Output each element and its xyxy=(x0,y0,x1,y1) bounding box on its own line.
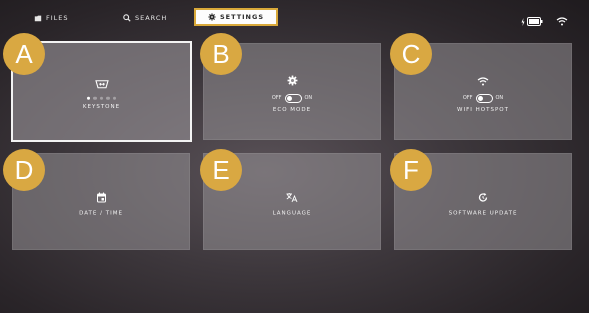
eco-mode-toggle[interactable] xyxy=(284,93,302,103)
badge-c: C xyxy=(390,33,432,75)
calendar-icon xyxy=(96,187,106,206)
nav-search-label: SEARCH xyxy=(135,14,168,22)
battery-icon xyxy=(527,11,543,30)
tile-software-update-label: SOFTWARE UPDATE xyxy=(448,210,518,216)
translate-icon xyxy=(286,187,298,206)
nav-settings[interactable]: SETTINGS xyxy=(194,8,278,26)
tile-keystone-label: KEYSTONE xyxy=(82,103,121,110)
page-dot xyxy=(106,96,110,100)
badge-e: E xyxy=(200,149,242,191)
tile-language-label: LANGUAGE xyxy=(272,210,312,216)
page-dot xyxy=(112,96,117,100)
page-dot xyxy=(93,96,97,100)
badge-f: F xyxy=(390,149,432,191)
badge-d: D xyxy=(3,149,45,191)
nav-files-label: FILES xyxy=(46,14,69,22)
wifi-icon xyxy=(556,11,568,30)
keystone-icon xyxy=(94,73,109,92)
nav-settings-label: SETTINGS xyxy=(219,13,264,21)
badge-a: A xyxy=(3,33,45,75)
page-dot xyxy=(99,96,104,100)
wifi-icon xyxy=(477,71,489,90)
nav-files[interactable]: FILES xyxy=(34,10,69,26)
toggle-off-label: OFF xyxy=(462,95,473,101)
eco-mode-toggle-row: OFF ON xyxy=(271,93,313,103)
nav-search[interactable]: SEARCH xyxy=(123,10,167,26)
toggle-on-label: ON xyxy=(495,95,504,101)
badge-b: B xyxy=(200,33,242,75)
wifi-status xyxy=(556,11,568,30)
top-bar: FILES SEARCH SETTINGS xyxy=(0,0,589,34)
toggle-off-label: OFF xyxy=(271,95,282,101)
gear-icon xyxy=(208,13,216,21)
tile-date-time-label: DATE / TIME xyxy=(79,210,123,216)
folder-icon xyxy=(34,14,42,22)
wifi-hotspot-toggle-row: OFF ON xyxy=(462,93,504,103)
page-indicator xyxy=(86,96,117,100)
tile-wifi-hotspot-label: WIFI HOTSPOT xyxy=(457,106,509,113)
update-icon xyxy=(478,187,488,206)
page-dot xyxy=(86,96,91,100)
charging-icon xyxy=(521,11,525,30)
search-icon xyxy=(123,14,131,22)
toggle-on-label: ON xyxy=(304,95,313,101)
gear-icon xyxy=(287,71,298,90)
battery-status xyxy=(521,11,543,30)
wifi-hotspot-toggle[interactable] xyxy=(475,93,493,103)
tile-eco-mode-label: ECO MODE xyxy=(272,106,312,113)
